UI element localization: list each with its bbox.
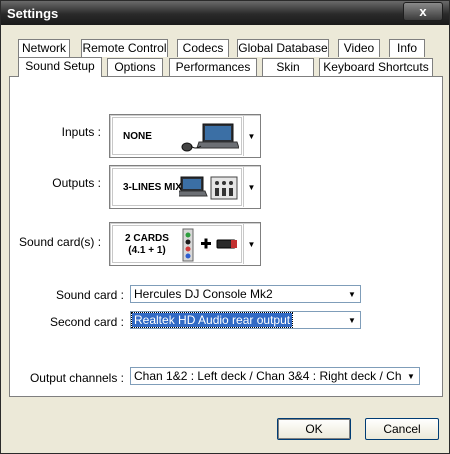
close-icon: x: [419, 4, 427, 19]
tab-video[interactable]: Video: [338, 39, 380, 57]
output-channels-value: Chan 1&2 : Left deck / Chan 3&4 : Right …: [134, 369, 401, 383]
tab-global-database[interactable]: Global Database: [237, 39, 329, 57]
chevron-down-icon: ▼: [404, 369, 418, 383]
soundcards-selector[interactable]: 2 CARDS (4.1 + 1) ▼: [109, 222, 261, 266]
chevron-down-icon: ▼: [243, 224, 259, 264]
second-card-value: Realtek HD Audio rear output: [130, 312, 294, 328]
laptop-with-mouse-icon: [181, 123, 239, 152]
chevron-down-icon: ▼: [243, 167, 259, 207]
tab-skin[interactable]: Skin: [262, 58, 314, 76]
tab-performances[interactable]: Performances: [169, 58, 257, 76]
tab-remote-control[interactable]: Remote Control: [81, 39, 168, 57]
laptop-with-mixer-icon: [179, 176, 238, 200]
tab-options[interactable]: Options: [107, 58, 163, 76]
tab-info[interactable]: Info: [389, 39, 425, 57]
tab-sound-setup[interactable]: Sound Setup: [18, 57, 102, 77]
title-bar[interactable]: Settings x: [1, 1, 449, 25]
chevron-down-icon: ▼: [345, 313, 359, 327]
close-button[interactable]: x: [403, 2, 443, 21]
inputs-value: NONE: [123, 131, 152, 142]
outputs-display: 3-LINES MIXER: [112, 168, 242, 206]
window-title: Settings: [7, 6, 59, 21]
output-channels-label: Output channels :: [29, 371, 124, 385]
chevron-down-icon: ▼: [345, 287, 359, 301]
tab-keyboard-shortcuts[interactable]: Keyboard Shortcuts: [319, 58, 433, 76]
second-card-select[interactable]: Realtek HD Audio rear output ▼: [130, 311, 361, 329]
outputs-label: Outputs :: [52, 176, 101, 190]
sound-card-value: Hercules DJ Console Mk2: [134, 287, 273, 301]
tab-network[interactable]: Network: [18, 39, 70, 57]
sound-card-label: Sound card :: [55, 288, 124, 302]
settings-window: Settings x Network Remote Control Codecs…: [0, 0, 450, 454]
sound-card-select[interactable]: Hercules DJ Console Mk2 ▼: [130, 285, 361, 303]
outputs-selector[interactable]: 3-LINES MIXER ▼: [109, 165, 261, 209]
soundcard-plus-usb-icon: [182, 228, 237, 262]
tab-codecs[interactable]: Codecs: [177, 39, 229, 57]
chevron-down-icon: ▼: [243, 116, 259, 156]
ok-button[interactable]: OK: [277, 418, 351, 440]
inputs-display: NONE: [112, 117, 242, 155]
output-channels-select[interactable]: Chan 1&2 : Left deck / Chan 3&4 : Right …: [130, 367, 420, 385]
second-card-label: Second card :: [49, 315, 124, 329]
soundcards-label: Sound card(s) :: [19, 235, 102, 249]
cancel-button[interactable]: Cancel: [365, 418, 439, 440]
soundcards-value: 2 CARDS (4.1 + 1): [125, 233, 169, 256]
soundcards-display: 2 CARDS (4.1 + 1): [112, 225, 242, 263]
inputs-selector[interactable]: NONE ▼: [109, 114, 261, 158]
inputs-label: Inputs :: [61, 125, 101, 139]
